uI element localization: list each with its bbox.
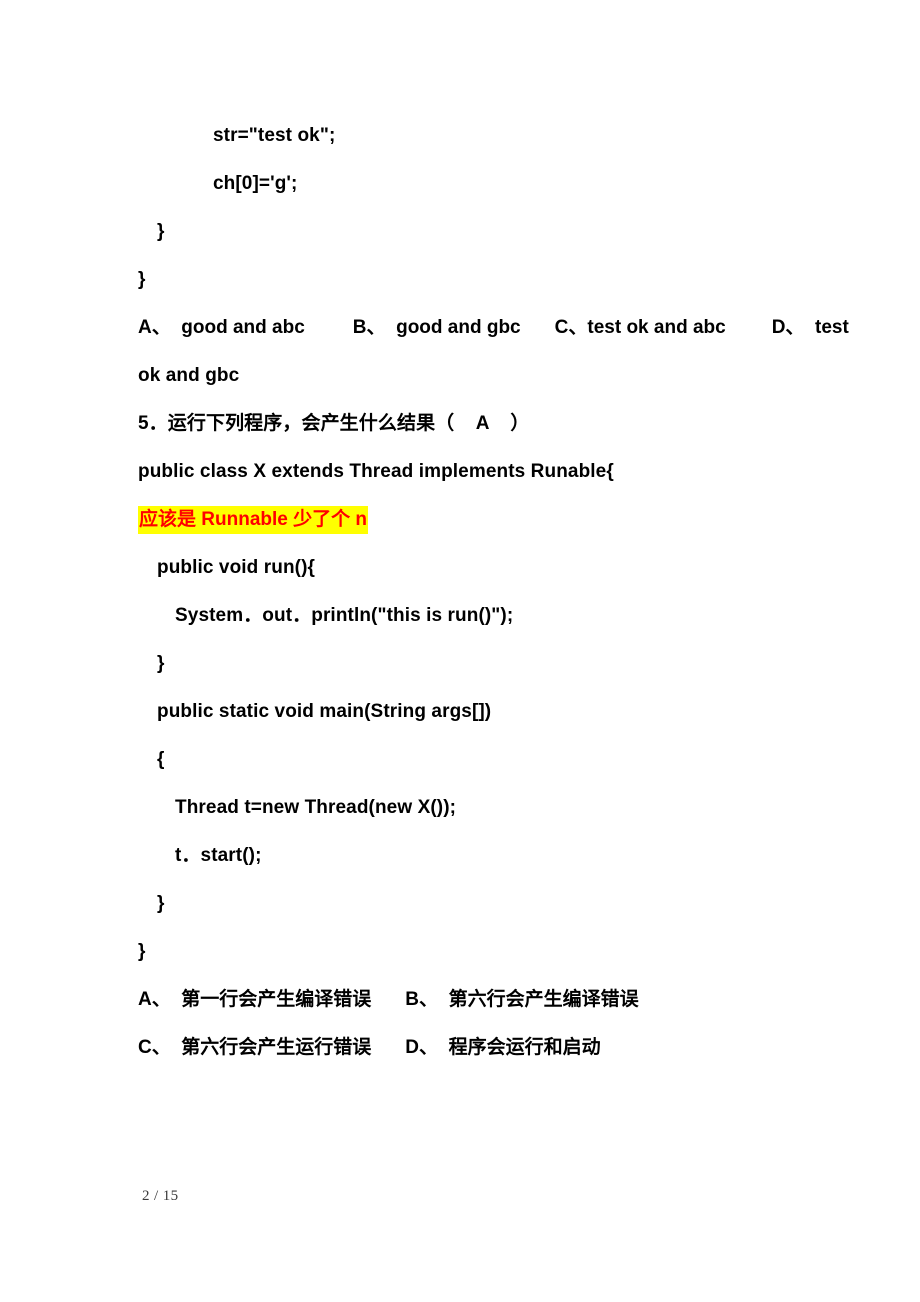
option-b-label: B、 <box>352 317 386 338</box>
option-d-text: test <box>804 317 849 338</box>
code-line: Thread t=new Thread(new X()); <box>175 797 457 818</box>
code-line-class-declaration: public class X extends Thread implements… <box>138 461 614 482</box>
annotation-row: 应该是 Runnable 少了个 n <box>138 496 838 544</box>
code-line: } <box>157 893 165 914</box>
highlighted-annotation: 应该是 Runnable 少了个 n <box>138 506 369 534</box>
option-a-label: A、 <box>138 317 171 338</box>
option-a-text: good and abc <box>170 317 305 338</box>
option-b-label: B、 <box>405 989 439 1010</box>
code-line: } <box>157 653 165 674</box>
code-line: str="test ok"; <box>213 125 336 146</box>
option-c-text: 第六行会产生运行错误 <box>170 1037 372 1058</box>
page-number-footer: 2 / 15 <box>142 1188 179 1204</box>
option-d-label: D、 <box>405 1037 439 1058</box>
option-d-text: 程序会运行和启动 <box>438 1037 601 1058</box>
question5-options-row2: C、 第六行会产生运行错误 D、 程序会运行和启动 <box>138 1024 838 1072</box>
option-b-text: 第六行会产生编译错误 <box>438 989 639 1010</box>
question5-stem: 5．运行下列程序，会产生什么结果（ A ） <box>138 413 530 434</box>
code-line: public static void main(String args[]) <box>157 701 492 722</box>
code-line: ch[0]='g'; <box>213 173 298 194</box>
option-a-label: A、 <box>138 989 171 1010</box>
code-line: { <box>157 749 165 770</box>
question4-options-wrap: ok and gbc <box>138 365 240 386</box>
code-line: System．out．println("this is run()"); <box>175 605 514 626</box>
option-c-label: C、 <box>138 1037 171 1058</box>
option-c-text: test ok and abc <box>587 317 726 338</box>
code-line: } <box>157 221 165 242</box>
code-line: } <box>138 941 146 962</box>
option-d-label: D、 <box>771 317 805 338</box>
option-b-text: good and gbc <box>385 317 521 338</box>
question4-options-row: A、 good and abc B、 good and gbc C、test ok … <box>138 304 849 352</box>
code-line: t．start(); <box>175 845 262 866</box>
document-page: str="test ok"; ch[0]='g'; } } A、 good an… <box>0 0 920 1302</box>
option-a-text: 第一行会产生编译错误 <box>170 989 372 1010</box>
question5-options-row1: A、 第一行会产生编译错误 B、 第六行会产生编译错误 <box>138 976 838 1024</box>
option-c-label: C、 <box>554 317 588 338</box>
code-line: public void run(){ <box>157 557 316 578</box>
document-body: str="test ok"; ch[0]='g'; } } A、 good an… <box>138 112 849 1072</box>
code-line: } <box>138 269 146 290</box>
